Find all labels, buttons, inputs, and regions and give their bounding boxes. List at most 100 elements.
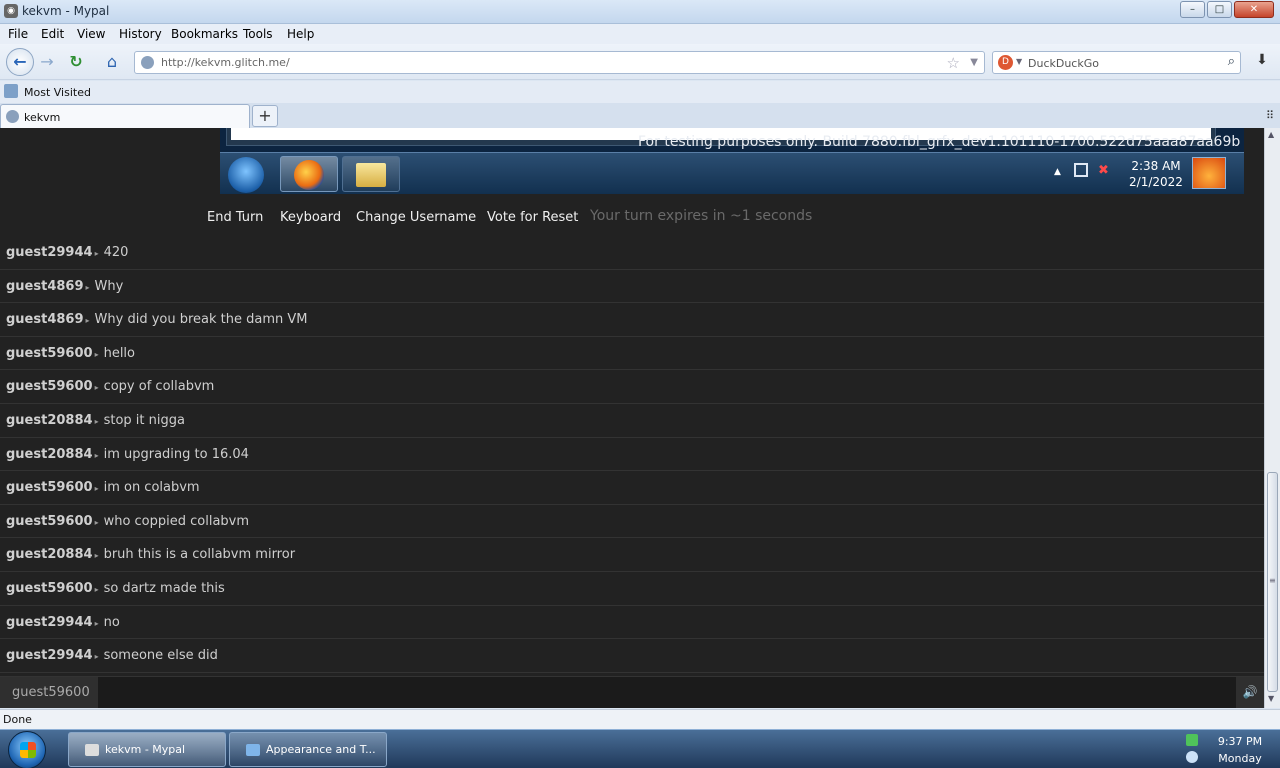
search-icon[interactable]: ⌕ [1228,54,1235,69]
chat-message: guest4869 ▸ Why did you break the damn VM [0,303,1264,337]
chat-separator-icon: ▸ [94,584,99,594]
list-all-tabs-icon[interactable]: ⠿ [1266,109,1274,122]
chat-username: guest59600 [0,677,98,708]
reload-button[interactable]: ↻ [63,50,89,74]
chat-separator-icon: ▸ [94,383,99,393]
tray-network-icon[interactable] [1186,734,1198,746]
chat-message-user: guest20884 [6,446,93,462]
chat-separator-icon: ▸ [85,316,90,326]
chat-message-user: guest4869 [6,278,84,294]
search-input[interactable]: DuckDuckGo [1028,57,1099,70]
chat-message-text: someone else did [103,648,218,664]
firefox-icon [294,160,324,190]
search-bar[interactable]: D ▼ DuckDuckGo ⌕ [992,51,1241,74]
chat-message-user: guest29944 [6,648,93,664]
chat-separator-icon: ▸ [94,652,99,662]
chat-message-text: stop it nigga [103,412,185,428]
scroll-down-icon[interactable]: ▼ [1268,694,1274,703]
menu-file[interactable]: File [8,27,28,41]
tray-volume-icon[interactable] [1186,751,1198,763]
status-bar: Done [0,709,1280,729]
menu-view[interactable]: View [77,27,105,41]
page-scrollbar[interactable]: ▲ ≡ ▼ [1264,128,1280,708]
minimize-button[interactable]: – [1180,1,1205,18]
downloads-button[interactable]: ⬇ [1250,52,1274,74]
chat-message: guest20884 ▸ stop it nigga [0,404,1264,438]
home-button[interactable]: ⌂ [99,50,125,74]
turn-timer-note: Your turn expires in ~1 seconds [590,208,813,224]
speaker-icon[interactable]: 🔊 [1236,677,1264,708]
chat-message-user: guest59600 [6,480,93,496]
address-bar[interactable]: http://kekvm.glitch.me/ ☆ ▼ [134,51,985,74]
vm-clock-time: 2:38 AM [1131,159,1181,173]
start-orb-icon[interactable] [8,731,46,768]
menu-bar: File Edit View History Bookmarks Tools H… [0,24,1280,44]
vm-explorer-taskbar-button[interactable] [342,156,400,192]
chat-separator-icon: ▸ [94,618,99,628]
control-panel-icon [246,744,260,756]
duckduckgo-icon[interactable]: D [998,55,1013,70]
chat-separator-icon: ▸ [94,450,99,460]
chat-input-row: guest59600 🔊 [0,676,1264,708]
navigation-toolbar: ← → ↻ ⌂ http://kekvm.glitch.me/ ☆ ▼ D ▼ … [0,44,1280,80]
new-tab-button[interactable]: + [252,105,278,127]
vote-for-reset-button[interactable]: Vote for Reset [487,210,578,225]
scrollbar-grip-icon: ≡ [1269,576,1276,585]
maximize-button[interactable]: □ [1207,1,1232,18]
chat-message: guest59600 ▸ copy of collabvm [0,370,1264,404]
vm-screen[interactable]: For testing purposes only. Build 7880.fb… [220,128,1244,194]
change-username-button[interactable]: Change Username [356,210,476,225]
bookmark-star-icon[interactable]: ☆ [947,54,960,72]
close-button[interactable]: ✕ [1234,1,1274,18]
vm-show-desktop-button[interactable] [1192,157,1226,189]
vm-start-orb-icon[interactable] [228,157,264,193]
chat-log: guest29944 ▸ 420 guest4869 ▸ Why guest4869 ▸ Why… [0,236,1264,673]
taskbar-item-label: Appearance and T... [266,743,376,756]
keyboard-button[interactable]: Keyboard [280,210,341,225]
taskbar-item-mypal[interactable]: kekvm - Mypal [68,732,226,767]
vm-network-icon[interactable] [1074,163,1088,177]
vm-firefox-taskbar-button[interactable] [280,156,338,192]
forward-button[interactable]: → [34,50,60,74]
vm-tray-expand-icon[interactable]: ▲ [1054,167,1061,177]
end-turn-button[interactable]: End Turn [207,210,263,225]
host-system-tray: 9:37 PM Monday [1180,732,1280,768]
search-engine-dropdown-icon[interactable]: ▼ [1016,57,1022,66]
status-text: Done [3,713,32,726]
menu-help[interactable]: Help [287,27,314,41]
browser-app-icon: ◉ [4,4,18,18]
folder-icon [356,163,386,187]
url-text[interactable]: http://kekvm.glitch.me/ [161,56,290,69]
scroll-up-icon[interactable]: ▲ [1268,130,1274,139]
vm-volume-muted-icon[interactable]: ✖ [1098,163,1109,178]
vm-clock-date: 2/1/2022 [1129,175,1183,189]
chat-separator-icon: ▸ [85,282,90,292]
site-identity-icon[interactable] [141,56,154,69]
chat-input[interactable] [98,677,1236,708]
chat-separator-icon: ▸ [94,551,99,561]
chat-message: guest29944 ▸ 420 [0,236,1264,270]
tab-favicon-icon [6,110,19,123]
chat-message-user: guest59600 [6,379,93,395]
chat-message-text: 420 [103,245,129,260]
history-dropdown-icon[interactable]: ▼ [970,57,978,68]
vm-build-watermark: For testing purposes only. Build 7880.fb… [638,134,1241,150]
menu-bookmarks[interactable]: Bookmarks [171,27,238,41]
chat-separator-icon: ▸ [94,349,99,359]
most-visited-bookmark[interactable]: Most Visited [24,86,91,99]
host-clock-time: 9:37 PM [1217,735,1263,748]
menu-edit[interactable]: Edit [41,27,64,41]
chat-message-user: guest59600 [6,345,93,361]
window-controls: – □ ✕ [1178,1,1274,18]
host-clock[interactable]: 9:37 PM Monday [1208,733,1272,767]
back-button[interactable]: ← [6,48,34,76]
vm-clock[interactable]: 2:38 AM 2/1/2022 [1128,158,1184,190]
taskbar-item-label: kekvm - Mypal [105,743,186,756]
menu-tools[interactable]: Tools [243,27,273,41]
menu-history[interactable]: History [119,27,162,41]
tab-label: kekvm [24,111,61,124]
taskbar-item-appearance[interactable]: Appearance and T... [229,732,387,767]
tab-kekvm[interactable]: kekvm [0,104,250,128]
host-clock-day: Monday [1218,752,1262,765]
chat-message-text: hello [103,345,135,361]
